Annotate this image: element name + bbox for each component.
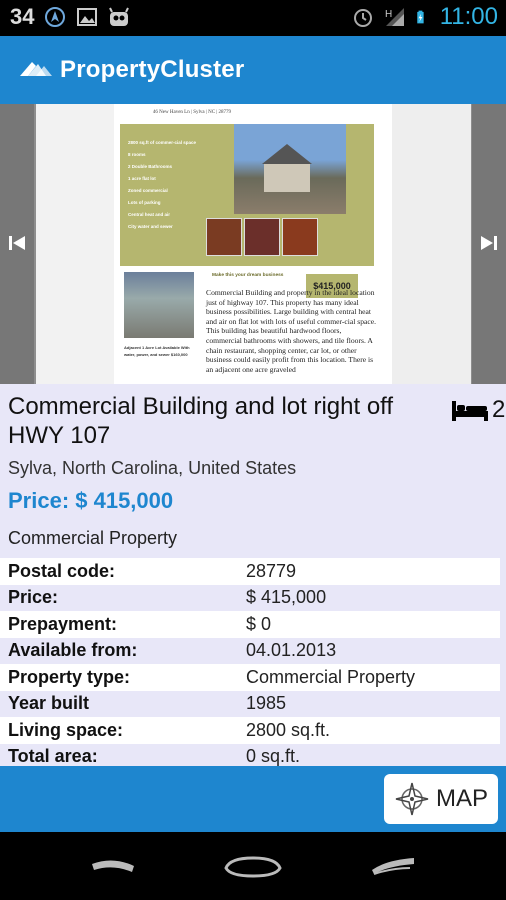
attribute-key: Prepayment: <box>8 613 118 634</box>
flyer-thumb <box>206 218 242 256</box>
status-bar: 34 H 11:00 <box>0 0 506 36</box>
system-nav-bar <box>0 832 506 900</box>
bedrooms-count: 2 <box>492 396 506 423</box>
attribute-value: 04.01.2013 <box>246 640 337 661</box>
android-icon <box>109 7 130 26</box>
notification-count: 34 <box>10 4 35 29</box>
app-title: PropertyCluster <box>60 56 245 83</box>
attribute-key: Living space: <box>8 719 124 740</box>
bed-icon <box>452 401 488 421</box>
bedrooms-indicator: 2 <box>452 396 505 424</box>
attribute-row: Property type: Commercial Property <box>0 664 500 691</box>
image-icon <box>77 8 98 26</box>
alarm-icon <box>353 9 372 27</box>
attribute-value: 1985 <box>246 693 287 714</box>
attribute-row: Year built 1985 <box>0 690 500 717</box>
app-bar: PropertyCluster <box>0 36 506 104</box>
flyer-thumb <box>244 218 280 256</box>
attribute-value: 0 sq.ft. <box>246 746 301 766</box>
flyer-lot-photo <box>124 272 194 338</box>
listing-flyer-image: 46 New Haven Ln | Sylva | NC | 28779 280… <box>36 104 392 384</box>
attribute-key: Total area: <box>8 746 98 766</box>
attribute-key: Postal code: <box>8 560 116 581</box>
flyer-thumb <box>282 218 318 256</box>
attribute-key: Price: <box>8 587 59 608</box>
navigation-icon <box>45 7 66 27</box>
attribute-row: Price: $ 415,000 <box>0 584 500 611</box>
flyer-bullet: 2800 sq.ft of commer-cial space <box>128 140 197 145</box>
flyer-interior-photos <box>206 218 318 256</box>
flyer-bullet: Zoned commercial <box>128 188 168 193</box>
listing-location: Sylva, North Carolina, United States <box>8 458 297 478</box>
next-image-button[interactable] <box>472 104 506 384</box>
flyer-bullet: 2 Double Bathrooms <box>128 164 173 169</box>
signal-icon: H <box>385 8 404 26</box>
compass-map-icon <box>395 782 429 816</box>
map-button-label: MAP <box>435 785 488 812</box>
flyer-lot-caption: Adjacent 1 Acre Lot Available With water… <box>124 345 190 357</box>
previous-image-button[interactable] <box>0 104 34 384</box>
attribute-row: Total area: 0 sq.ft. <box>0 743 500 766</box>
attributes-table: Postal code: 28779 Price: $ 415,000 Prep… <box>0 558 500 766</box>
flyer-bullet: City water and sewer <box>128 224 173 229</box>
attribute-value: $ 415,000 <box>246 587 327 608</box>
svg-text:H: H <box>385 9 392 20</box>
attribute-key: Available from: <box>8 640 138 661</box>
listing-category: Commercial Property <box>8 528 178 548</box>
attribute-value: $ 0 <box>246 613 272 634</box>
attribute-value: 28779 <box>246 560 297 581</box>
back-icon[interactable] <box>88 854 138 878</box>
flyer-house-photo <box>234 124 346 214</box>
attribute-row: Postal code: 28779 <box>0 558 500 585</box>
attribute-row: Living space: 2800 sq.ft. <box>0 717 500 744</box>
flyer-margin-right <box>392 104 471 384</box>
attribute-value: Commercial Property <box>246 666 416 687</box>
listing-title: Commercial Building and lot right off HW… <box>8 393 394 449</box>
flyer-description: Commercial Building and property in the … <box>206 288 377 374</box>
flyer-bullet: Lots of parking <box>128 200 161 205</box>
map-button[interactable]: MAP <box>384 774 498 824</box>
flyer-tagline: Make this your dream business <box>212 273 284 278</box>
flyer-address: 46 New Haven Ln | Sylva | NC | 28779 <box>152 110 232 115</box>
recent-apps-icon[interactable] <box>368 854 418 878</box>
propertycluster-logo-icon[interactable] <box>18 56 54 84</box>
attribute-key: Property type: <box>8 666 131 687</box>
attribute-row: Prepayment: $ 0 <box>0 611 500 638</box>
flyer-margin <box>36 104 114 384</box>
home-icon[interactable] <box>222 854 284 878</box>
flyer-bullet: Central heat and air <box>128 212 171 217</box>
attribute-value: 2800 sq.ft. <box>246 719 331 740</box>
listing-details[interactable]: Commercial Building and lot right off HW… <box>0 384 506 766</box>
flyer-bullets: 2800 sq.ft of commer-cial space 8 rooms … <box>128 140 200 236</box>
bottom-action-bar: MAP <box>0 766 506 832</box>
clock: 11:00 <box>439 3 498 30</box>
listing-price: Price: $ 415,000 <box>8 488 174 513</box>
flyer-bullet: 1 acre flat lot <box>128 176 156 181</box>
flyer-bullet: 8 rooms <box>128 152 146 157</box>
battery-charging-icon <box>416 10 424 24</box>
image-gallery[interactable]: 46 New Haven Ln | Sylva | NC | 28779 280… <box>0 104 506 384</box>
attribute-key: Year built <box>8 693 90 714</box>
attribute-row: Available from: 04.01.2013 <box>0 637 500 664</box>
skip-next-icon <box>481 236 497 250</box>
skip-previous-icon <box>9 236 25 250</box>
